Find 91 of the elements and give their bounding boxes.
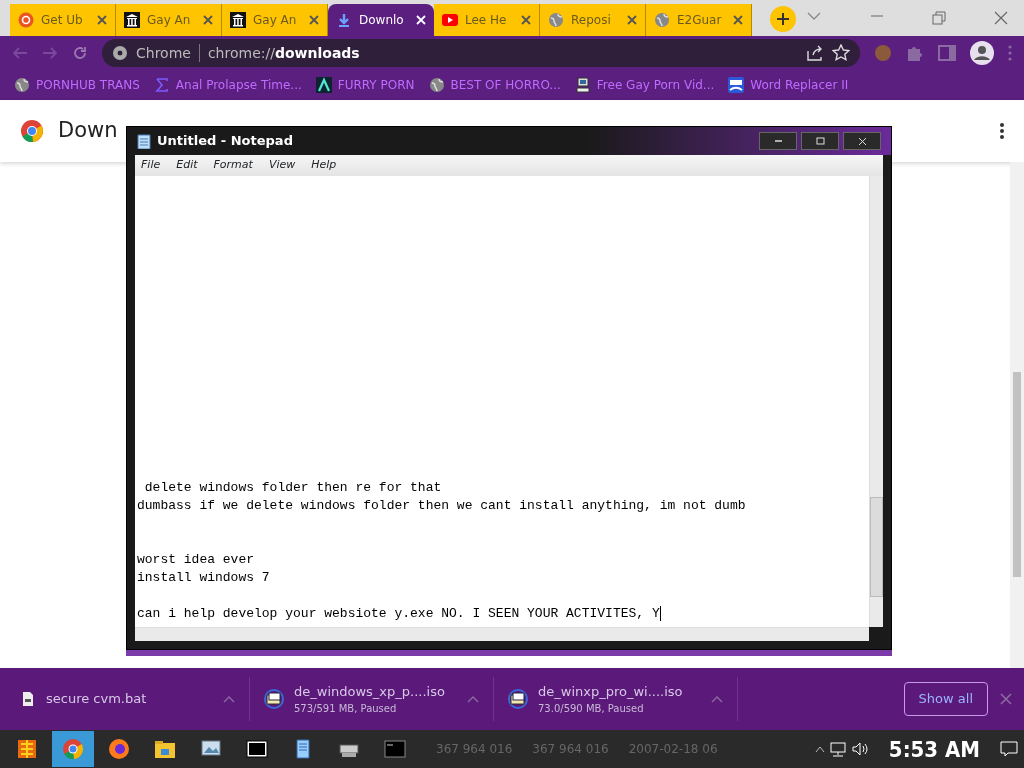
chevron-down-icon[interactable]: [806, 11, 822, 21]
url-text: chrome://downloads: [207, 43, 360, 63]
text-line: dumbass if we delete windows folder then we cant install anything, im not dumb: [137, 498, 746, 513]
star-icon[interactable]: [832, 44, 850, 62]
browser-tab[interactable]: Reposi: [540, 4, 646, 36]
chevron-up-icon[interactable]: [814, 745, 825, 753]
menu-item[interactable]: Format: [213, 157, 253, 174]
close-icon[interactable]: [97, 15, 107, 25]
new-tab-button[interactable]: [770, 6, 796, 32]
wr-logo-icon: [728, 77, 745, 93]
close-icon[interactable]: [203, 15, 213, 25]
notepad-icon: [137, 133, 151, 149]
site-label: Chrome: [136, 43, 191, 63]
menu-item[interactable]: File: [141, 157, 161, 174]
download-status: 73.0/590 MB, Paused: [538, 702, 645, 717]
globe-icon: [428, 77, 445, 93]
scrollbar-thumb[interactable]: [870, 497, 883, 597]
bookmark-link[interactable]: PORNHUB TRANS: [14, 76, 140, 94]
maximize-button[interactable]: [801, 132, 839, 150]
menu-item[interactable]: Help: [311, 157, 337, 174]
start-icon: [15, 737, 39, 761]
share-icon[interactable]: [806, 45, 824, 61]
page-title: Down: [58, 117, 118, 145]
console-app-icon: [383, 737, 407, 761]
download-icon: [336, 12, 352, 28]
chrome-icon: [61, 737, 85, 761]
plus-icon: [776, 12, 790, 26]
close-icon[interactable]: [309, 15, 319, 25]
close-button[interactable]: [843, 132, 881, 150]
download-status: 573/591 MB, Paused: [294, 702, 398, 717]
address-bar[interactable]: Chrome chrome://downloads: [102, 39, 860, 67]
notification-icon[interactable]: [1000, 741, 1018, 757]
minimize-icon: [773, 140, 783, 142]
faded-text: 367 964 016: [436, 741, 513, 758]
scrollbar[interactable]: [1010, 162, 1024, 668]
faded-text: 367 964 016: [532, 741, 609, 758]
ubuntu-logo-icon: [18, 12, 34, 28]
window-title: Untitled - Notepad: [157, 132, 293, 151]
bookmark-link[interactable]: Anal Prolapse Time...: [153, 76, 302, 94]
browser-tab[interactable]: Get Ub: [10, 4, 116, 36]
browser-tab[interactable]: Gay An: [116, 4, 222, 36]
browser-tab[interactable]: Lee He: [434, 4, 540, 36]
file-name[interactable]: secure cvm.bat: [46, 689, 213, 709]
puzzle-icon[interactable]: [906, 44, 924, 62]
file-name[interactable]: de_winxp_pro_wi....iso: [538, 681, 701, 702]
browser-tab[interactable]: Gay An: [222, 4, 328, 36]
minimize-button[interactable]: [759, 132, 797, 150]
text-line: can i help develop your websiote y.exe NO. I SEEN YOUR ACTIVITES, Y: [137, 606, 660, 621]
kebab-menu-icon[interactable]: [1000, 123, 1004, 139]
scrollbar-thumb[interactable]: [1013, 372, 1021, 577]
text-line: install windows 7: [137, 570, 270, 585]
vertical-scrollbar[interactable]: [869, 176, 883, 627]
side-panel-icon[interactable]: [938, 44, 956, 62]
bookmark-link[interactable]: Free Gay Porn Vid...: [574, 76, 715, 94]
lambda-icon: [315, 77, 332, 93]
text-line: delete windows folder then re for that: [143, 480, 442, 495]
profile-icon[interactable]: [970, 41, 994, 65]
faded-text: 2007-02-18 06: [628, 741, 718, 758]
browser-tab[interactable]: E2Guar: [646, 4, 752, 36]
horizontal-scrollbar[interactable]: [135, 627, 869, 641]
restore-icon[interactable]: [932, 11, 946, 25]
sigma-icon: [153, 77, 170, 93]
close-icon[interactable]: [627, 15, 637, 25]
menu-item[interactable]: View: [268, 157, 296, 174]
globe-icon: [548, 12, 564, 28]
text-line: worst idea ever: [137, 552, 255, 567]
network-icon[interactable]: [828, 741, 847, 757]
play-logo-icon: [442, 12, 458, 28]
file-name[interactable]: de_windows_xp_p....iso: [294, 681, 457, 702]
volume-icon[interactable]: [850, 741, 869, 757]
close-icon: [857, 136, 867, 146]
disc-image-icon: [264, 689, 284, 709]
columns-building-icon: [124, 12, 140, 28]
firefox-icon: [107, 737, 131, 761]
maximize-icon: [815, 136, 825, 146]
show-all-button[interactable]: Show all: [903, 682, 988, 716]
reload-icon[interactable]: [72, 45, 88, 61]
browser-tab[interactable]: Downlo: [328, 4, 434, 36]
bookmark-link[interactable]: BEST OF HORRO...: [428, 76, 561, 94]
globe-icon: [654, 12, 670, 28]
disc-image-icon: [508, 689, 528, 709]
columns-building-icon: [230, 12, 246, 28]
menu-item[interactable]: Edit: [176, 157, 198, 174]
bookmark-link[interactable]: Word Replacer II: [728, 76, 849, 94]
bookmark-link[interactable]: FURRY PORN: [315, 76, 415, 94]
globe-icon: [14, 77, 30, 93]
close-icon[interactable]: [521, 15, 531, 25]
computer-icon: [574, 77, 591, 93]
close-icon[interactable]: [733, 15, 743, 25]
document-icon: [20, 691, 36, 707]
clock-text[interactable]: 5:53 AM: [888, 732, 980, 766]
